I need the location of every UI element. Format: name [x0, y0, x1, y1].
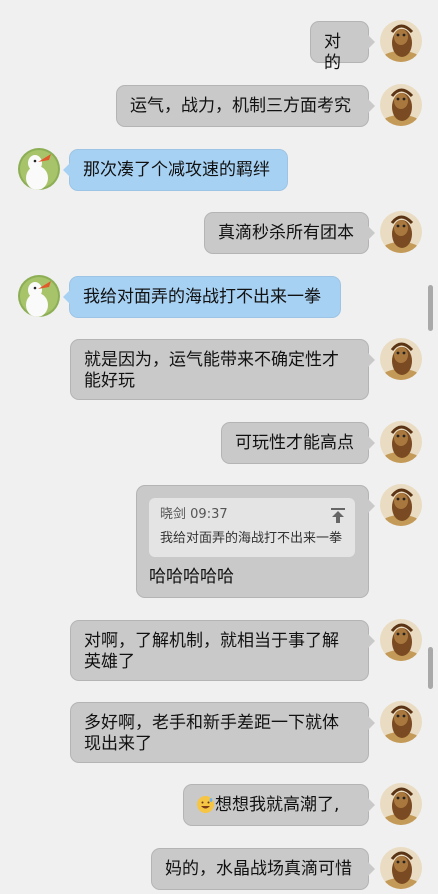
- my-avatar[interactable]: [380, 338, 422, 380]
- jump-to-quote-icon[interactable]: [331, 508, 345, 524]
- message-bubble[interactable]: 想想我就高潮了,: [183, 784, 375, 826]
- my-avatar[interactable]: [380, 484, 422, 526]
- quote-time: 09:37: [190, 507, 228, 522]
- grinning-sweat-emoji: [197, 796, 214, 813]
- scrollbar-thumb[interactable]: [428, 647, 433, 689]
- scrollbar-thumb[interactable]: [428, 285, 433, 331]
- message-bubble[interactable]: 对啊，了解机制，就相当于事了解英雄了: [70, 620, 375, 681]
- message-text: 我给对面弄的海战打不出来一拳: [83, 287, 321, 307]
- my-avatar[interactable]: [380, 84, 422, 126]
- message-text: 哈哈哈哈哈: [149, 567, 234, 587]
- quote-sender: 晓剑: [160, 507, 187, 522]
- message-bubble[interactable]: 可玩性才能高点: [221, 422, 375, 464]
- message-bubble[interactable]: 晓剑 09:37 我给对面弄的海战打不出来一拳 哈哈哈哈哈: [136, 485, 375, 598]
- quote-text: 我给对面弄的海战打不出来一拳: [160, 531, 343, 546]
- message-text: 真滴秒杀所有团本: [218, 223, 354, 243]
- message-bubble[interactable]: 真滴秒杀所有团本: [204, 212, 375, 254]
- message-bubble[interactable]: 那次凑了个减攻速的羁绊: [63, 149, 288, 191]
- message-text: 那次凑了个减攻速的羁绊: [83, 160, 270, 180]
- message-text: 对啊，了解机制，就相当于事了解英雄了: [84, 631, 339, 672]
- message-text: 对的: [324, 32, 341, 73]
- my-avatar[interactable]: [380, 421, 422, 463]
- message-text: 运气，战力，机制三方面考究: [130, 96, 351, 116]
- chat-message-list[interactable]: 对的 运气，战力，机制三方面考究 那次凑了个减攻速的羁绊 真滴秒杀所有团本 我给…: [0, 0, 438, 894]
- message-bubble[interactable]: 运气，战力，机制三方面考究: [116, 85, 375, 127]
- message-bubble[interactable]: 我给对面弄的海战打不出来一拳: [63, 276, 341, 318]
- quoted-message[interactable]: 晓剑 09:37 我给对面弄的海战打不出来一拳: [149, 498, 355, 557]
- message-text: 多好啊，老手和新手差距一下就体现出来了: [84, 713, 339, 754]
- my-avatar[interactable]: [380, 211, 422, 253]
- message-bubble[interactable]: 就是因为，运气能带来不确定性才能好玩: [70, 339, 375, 400]
- message-bubble[interactable]: 多好啊，老手和新手差距一下就体现出来了: [70, 702, 375, 763]
- message-text: 想想我就高潮了,: [215, 795, 340, 815]
- my-avatar[interactable]: [380, 783, 422, 825]
- my-avatar[interactable]: [380, 847, 422, 889]
- message-text: 就是因为，运气能带来不确定性才能好玩: [84, 350, 339, 391]
- contact-avatar[interactable]: [18, 148, 60, 190]
- message-bubble[interactable]: 妈的，水晶战场真滴可惜: [151, 848, 375, 890]
- message-text: 可玩性才能高点: [235, 433, 354, 453]
- message-bubble[interactable]: 对的: [310, 21, 375, 73]
- my-avatar[interactable]: [380, 20, 422, 62]
- message-text: 妈的，水晶战场真滴可惜: [165, 859, 352, 879]
- quote-meta: 晓剑 09:37: [160, 506, 345, 524]
- my-avatar[interactable]: [380, 701, 422, 743]
- contact-avatar[interactable]: [18, 275, 60, 317]
- my-avatar[interactable]: [380, 619, 422, 661]
